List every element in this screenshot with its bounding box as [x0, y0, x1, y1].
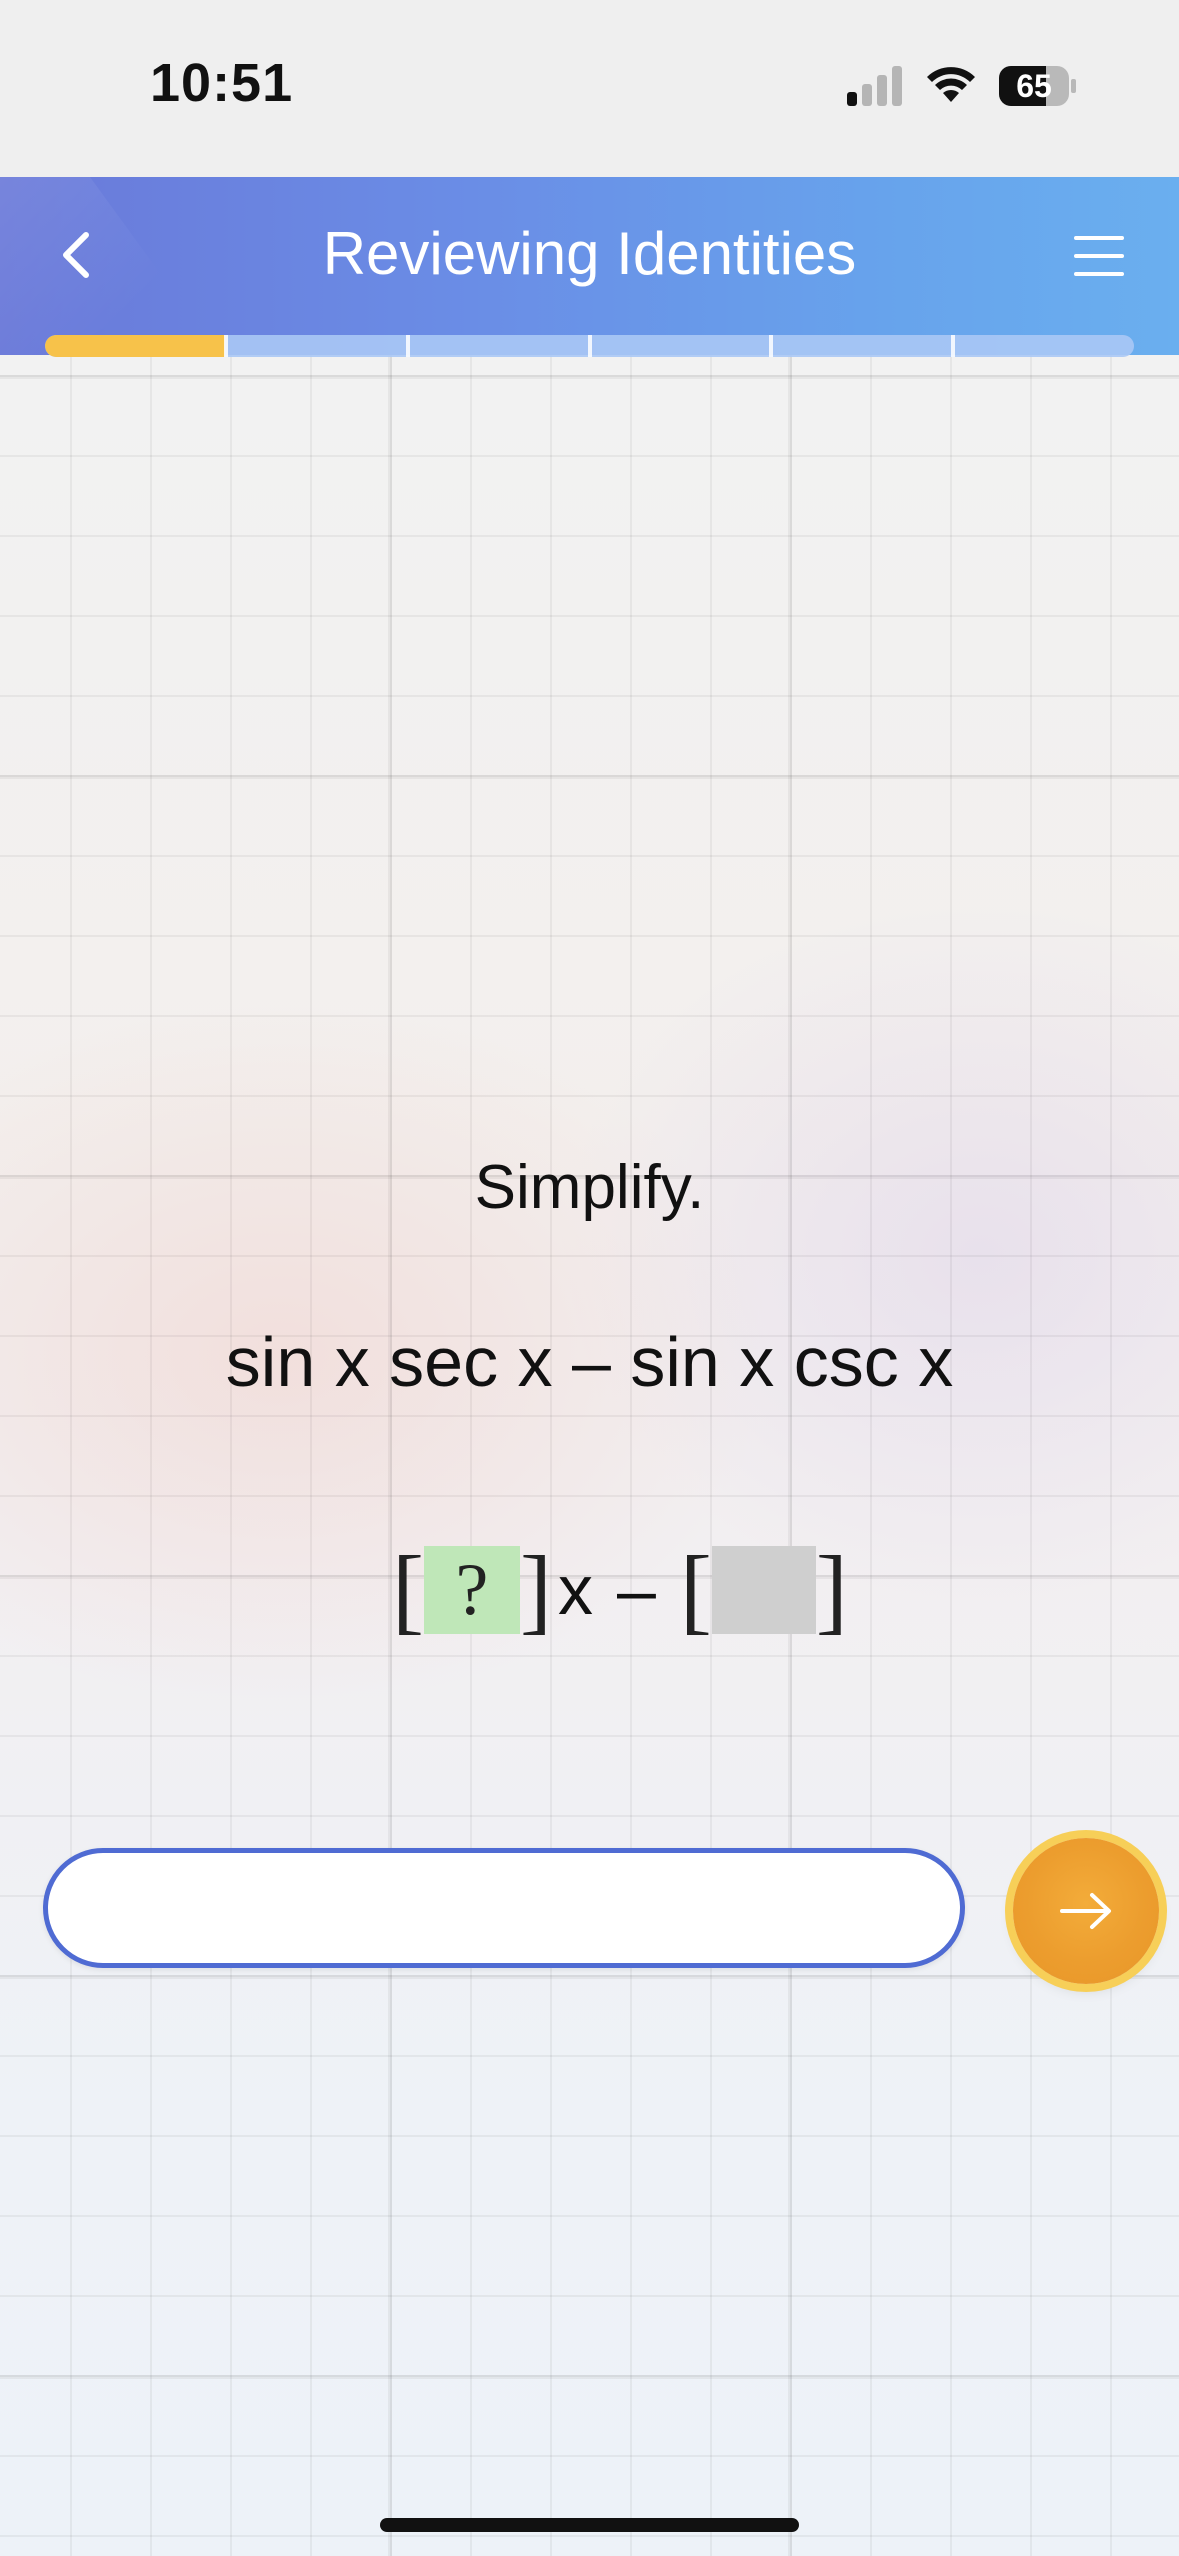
header-bar: Reviewing Identities — [0, 177, 1179, 355]
lesson-progress-bar — [45, 335, 1134, 357]
page-title: Reviewing Identities — [322, 220, 857, 287]
answer-operator: – — [616, 1551, 656, 1629]
home-indicator — [380, 2518, 799, 2532]
wifi-icon — [927, 67, 975, 102]
answer-template: [ ? ] x – [ ] — [392, 1536, 848, 1643]
progress-segment-divider — [950, 335, 955, 357]
answer-input[interactable] — [43, 1848, 965, 1968]
answer-blank-2[interactable] — [711, 1546, 816, 1634]
progress-segment-divider — [768, 335, 773, 357]
progress-segment-divider — [587, 335, 592, 357]
question-expression: sin x sec x – sin x csc x — [225, 1323, 954, 1401]
progress-segment-divider — [405, 335, 410, 357]
submit-button[interactable] — [1013, 1838, 1159, 1984]
battery-icon: 65 — [998, 64, 1076, 108]
answer-variable: x — [557, 1551, 593, 1629]
lesson-canvas — [0, 355, 1179, 2556]
cellular-signal-icon — [847, 66, 902, 106]
arrow-right-icon — [1060, 1893, 1111, 1929]
question-prompt: Simplify. — [474, 1153, 705, 1222]
battery-level: 65 — [1016, 68, 1052, 104]
status-time: 10:51 — [150, 53, 294, 113]
status-bar: 10:51 65 — [0, 0, 1179, 177]
progress-fill — [45, 335, 225, 357]
progress-segment-divider — [224, 335, 229, 357]
answer-blank-1[interactable]: ? — [423, 1546, 520, 1634]
hamburger-menu-icon[interactable] — [1072, 233, 1126, 279]
